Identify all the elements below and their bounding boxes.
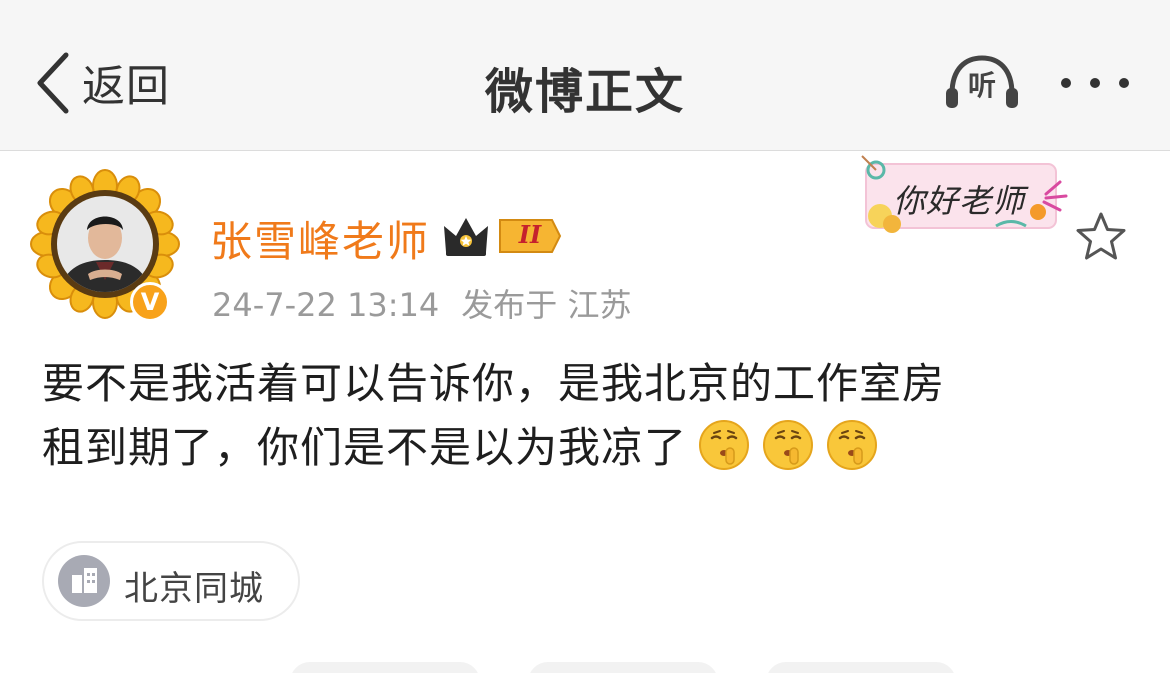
favorite-button[interactable] (1074, 210, 1128, 264)
topic-label: 北京同城 (124, 569, 264, 609)
more-options-button[interactable] (1058, 60, 1132, 106)
author-name[interactable]: 张雪峰老师 (210, 208, 430, 269)
city-building-icon (58, 555, 110, 607)
vip-level-badge[interactable]: II (442, 212, 562, 260)
action-pill-3[interactable] (766, 662, 956, 673)
navigation-bar: 返回 微博正文 听 (0, 0, 1170, 151)
more-dots-icon (1061, 78, 1129, 88)
location-topic-chip[interactable]: 北京同城 (42, 541, 300, 621)
weibo-post-page: 返回 微博正文 听 V 张雪峰老师 II 24-7-22 13:14 发布于 江… (0, 0, 1170, 673)
verified-mark: V (140, 288, 160, 316)
post-meta: 24-7-22 13:14 发布于 江苏 (212, 280, 631, 326)
post-location: 发布于 江苏 (461, 286, 632, 324)
vip-level-label: II (518, 220, 542, 249)
sticker-text: 你好老师 (892, 182, 1025, 220)
post-content: 要不是我活着可以告诉你，是我北京的工作室房 租到期了，你们是不是以为我凉了 (42, 352, 1132, 480)
post-text-line-2-text: 租到期了，你们是不是以为我凉了 (42, 423, 688, 472)
listen-label: 听 (967, 69, 996, 102)
decorative-card-sticker[interactable]: 你好老师 (856, 154, 1072, 240)
post-text-line-1: 要不是我活着可以告诉你，是我北京的工作室房 (42, 359, 946, 408)
shush-emoji (763, 420, 814, 470)
listen-button[interactable]: 听 (944, 54, 1020, 110)
verified-badge: V (130, 282, 170, 322)
shush-emoji (699, 420, 750, 470)
post-text-line-2: 租到期了，你们是不是以为我凉了 (42, 416, 1132, 480)
star-outline-icon (1076, 212, 1126, 260)
shush-emoji (827, 420, 878, 470)
action-pill-2[interactable] (528, 662, 718, 673)
post-timestamp: 24-7-22 13:14 (212, 286, 440, 324)
action-pill-1[interactable] (290, 662, 480, 673)
